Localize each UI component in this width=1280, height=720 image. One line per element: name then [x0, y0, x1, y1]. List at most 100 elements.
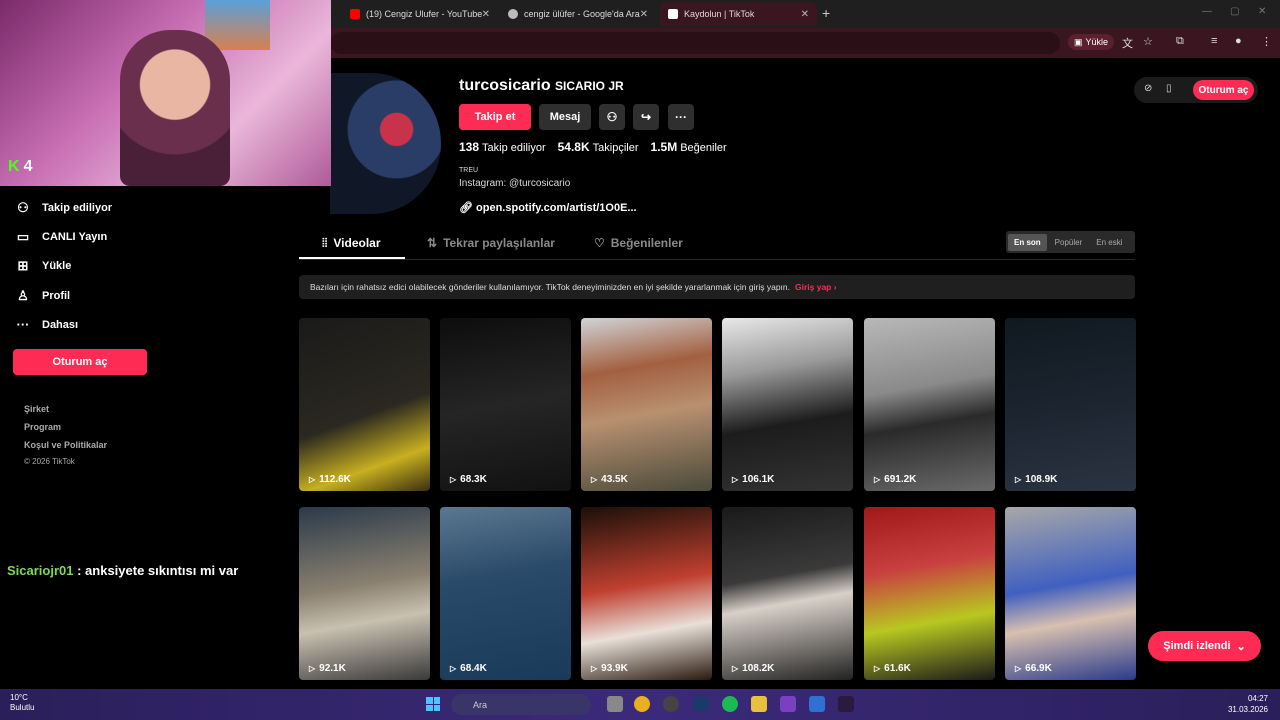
webcam-overlay — [0, 0, 331, 186]
profile-icon: ♙ — [17, 288, 29, 303]
video-card[interactable]: ▷ 108.2K — [722, 507, 853, 680]
stat-value: 1.5M — [650, 140, 678, 154]
view-count-text: 43.5K — [601, 474, 628, 485]
close-window-icon[interactable]: ✕ — [1258, 6, 1266, 17]
windows-start-icon[interactable] — [426, 697, 440, 711]
share-button[interactable]: ↪ — [633, 104, 659, 130]
github-icon[interactable] — [663, 696, 679, 712]
tab-title: Kaydolun | TikTok — [684, 9, 755, 19]
system-clock[interactable]: 04:27 31.03.2026 — [1228, 693, 1268, 715]
compass-icon[interactable]: ⊘ — [1144, 83, 1152, 94]
video-card[interactable]: ▷ 92.1K — [299, 507, 430, 680]
banner-login-link[interactable]: Giriş yap › — [795, 282, 837, 292]
play-icon: ▷ — [591, 664, 598, 673]
play-icon: ▷ — [874, 664, 881, 673]
steam-icon[interactable] — [693, 696, 709, 712]
tab-liked[interactable]: ♡ Beğenilenler — [594, 236, 683, 250]
star-icon[interactable]: ☆ — [1143, 35, 1153, 48]
video-card[interactable]: ▷ 68.4K — [440, 507, 571, 680]
stat-value: 54.8K — [557, 140, 590, 154]
sidebar-item-label: Yükle — [42, 260, 72, 272]
video-card[interactable]: ▷ 43.5K — [581, 318, 712, 491]
footer-company-link[interactable]: Şirket — [24, 404, 49, 414]
login-button[interactable]: Oturum aç — [13, 349, 147, 375]
extensions-icon[interactable]: ⧉ — [1176, 35, 1184, 48]
sidebar-item-more[interactable]: ··· Dahası — [16, 317, 79, 332]
sidebar-item-profile[interactable]: ♙ Profil — [16, 288, 70, 304]
video-card[interactable]: ▷ 61.6K — [864, 507, 995, 680]
tiktok-icon — [668, 9, 678, 19]
tab-youtube[interactable]: (19) Cengiz Ulufer - YouTube ✕ — [342, 2, 498, 26]
tab-tiktok[interactable]: Kaydolun | TikTok ✕ — [660, 2, 817, 26]
footer-copyright: © 2026 TikTok — [24, 457, 75, 466]
profile-avatar — [330, 73, 441, 214]
sidebar-item-following[interactable]: ⚇ Takip ediliyor — [16, 200, 112, 216]
profile-link[interactable]: 🔗︎ open.spotify.com/artist/1O0E... — [459, 201, 637, 214]
tab-divider — [299, 259, 1135, 260]
more-options-button[interactable]: ··· — [668, 104, 694, 130]
upload-extension-button[interactable]: ▣ Yükle — [1068, 34, 1115, 50]
video-card[interactable]: ▷ 106.1K — [722, 318, 853, 491]
tab-google[interactable]: cengiz ülüfer - Google'da Ara ✕ — [500, 2, 656, 26]
view-count-text: 106.1K — [742, 474, 775, 485]
phone-icon[interactable]: ▯ — [1166, 83, 1172, 94]
spotify-icon[interactable] — [722, 696, 738, 712]
tab-title: (19) Cengiz Ulufer - YouTube — [366, 9, 483, 19]
weather-condition: Bulutlu — [10, 703, 35, 712]
tab-label: Beğenilenler — [610, 236, 683, 250]
avatar[interactable]: ● — [1235, 35, 1242, 47]
view-count-text: 61.6K — [884, 663, 911, 674]
weather-widget[interactable]: 10°C Bulutlu — [10, 693, 34, 713]
maximize-icon[interactable]: ▢ — [1230, 6, 1239, 17]
view-count: ▷ 108.2K — [732, 663, 774, 674]
video-card[interactable]: ▷ 691.2K — [864, 318, 995, 491]
media-icon[interactable]: ≡ — [1211, 35, 1217, 47]
video-card[interactable]: ▷ 112.6K — [299, 318, 430, 491]
stat-label: Takipçiler — [592, 142, 639, 154]
address-bar[interactable] — [330, 32, 1060, 54]
sidebar-item-upload[interactable]: ⊞ Yükle — [16, 258, 72, 274]
menu-kebab-icon[interactable]: ⋮ — [1261, 35, 1272, 48]
view-count: ▷ 93.9K — [591, 663, 628, 674]
video-card[interactable]: ▷ 68.3K — [440, 318, 571, 491]
watched-now-button[interactable]: Şimdi izlendi ⌄ — [1148, 631, 1261, 661]
app-icon[interactable] — [780, 696, 796, 712]
weather-temp: 10°C — [10, 693, 28, 702]
close-icon[interactable]: ✕ — [640, 9, 648, 20]
sort-latest[interactable]: En son — [1008, 233, 1047, 251]
close-icon[interactable]: ✕ — [801, 9, 809, 20]
folder-icon[interactable] — [751, 696, 767, 712]
message-button[interactable]: Mesaj — [539, 104, 591, 130]
repost-icon: ⇅ — [427, 236, 438, 250]
editor-icon[interactable] — [838, 696, 854, 712]
view-count: ▷ 43.5K — [591, 474, 628, 485]
close-icon[interactable]: ✕ — [482, 9, 490, 20]
task-view-icon[interactable] — [607, 696, 623, 712]
tab-reposts[interactable]: ⇅ Tekrar paylaşılanlar — [427, 236, 555, 250]
login-banner: Bazıları için rahatsız edici olabilecek … — [299, 275, 1135, 299]
chrome-icon[interactable] — [634, 696, 650, 712]
tab-videos[interactable]: ⦙⦙ Videolar — [322, 236, 381, 251]
taskbar-search[interactable]: Ara — [451, 694, 591, 715]
follow-button[interactable]: Takip et — [459, 104, 531, 130]
view-count: ▷ 92.1K — [309, 663, 346, 674]
footer-program-link[interactable]: Program — [24, 422, 61, 432]
store-icon[interactable] — [809, 696, 825, 712]
new-tab-button[interactable]: + — [822, 5, 830, 21]
clock-time: 04:27 — [1247, 694, 1268, 703]
video-card[interactable]: ▷ 66.9K — [1005, 507, 1136, 680]
sort-popular[interactable]: Popüler — [1049, 234, 1089, 251]
footer-terms-link[interactable]: Koşul ve Politikalar — [24, 440, 107, 450]
video-card[interactable]: ▷ 108.9K — [1005, 318, 1136, 491]
stat-followers[interactable]: 54.8K Takipçiler — [558, 140, 639, 154]
sidebar-item-live[interactable]: ▭ CANLI Yayın — [16, 229, 107, 245]
translate-icon[interactable]: 文 — [1122, 35, 1133, 51]
top-login-button[interactable]: Oturum aç — [1193, 80, 1254, 100]
stat-following[interactable]: 138 Takip ediliyor — [459, 140, 546, 154]
suggest-account-button[interactable]: ⚇ — [599, 104, 625, 130]
tab-label: Tekrar paylaşılanlar — [443, 236, 555, 250]
minimize-icon[interactable]: — — [1202, 6, 1212, 17]
sort-oldest[interactable]: En eski — [1090, 234, 1128, 251]
view-count-text: 68.3K — [460, 474, 487, 485]
video-card[interactable]: ▷ 93.9K — [581, 507, 712, 680]
